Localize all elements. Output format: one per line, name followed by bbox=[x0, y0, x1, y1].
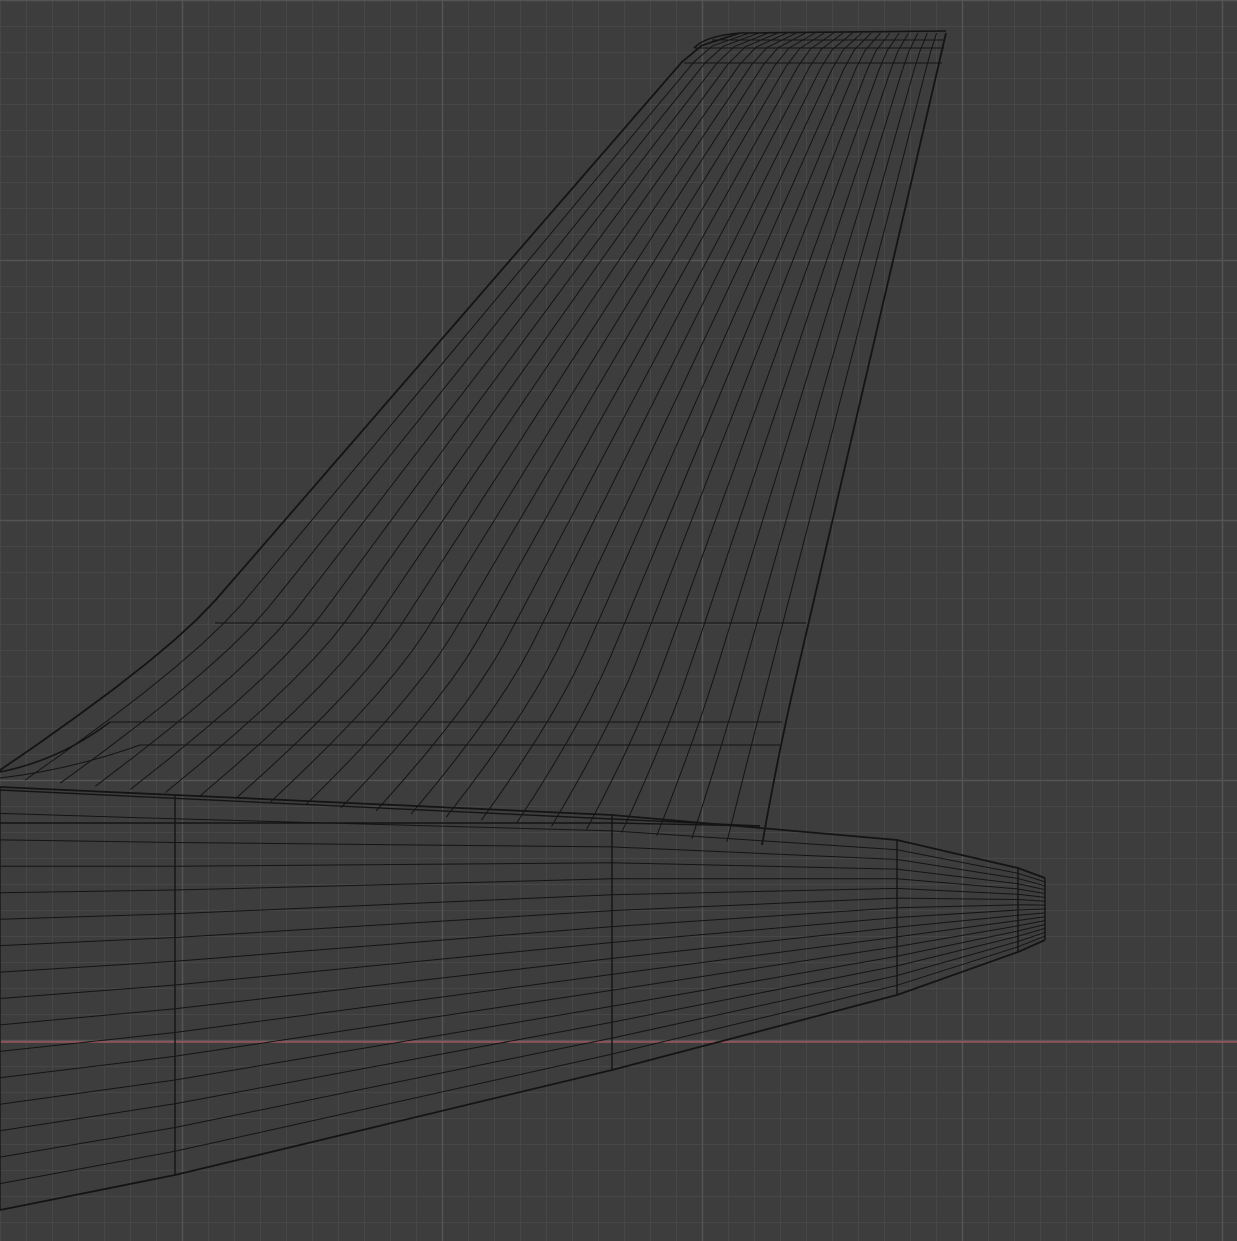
fin-span-edge bbox=[200, 32, 797, 796]
3d-viewport[interactable] bbox=[0, 0, 1237, 1241]
fin-span-edge bbox=[551, 32, 891, 827]
vertical-stabilizer-mesh[interactable] bbox=[0, 30, 947, 846]
fin-outline bbox=[761, 32, 947, 846]
fin-span-edge bbox=[340, 32, 834, 809]
fin-root-edge bbox=[0, 789, 761, 827]
fin-span-edge bbox=[165, 32, 788, 793]
fin-span-edge bbox=[621, 32, 909, 833]
fin-root-fillet-edge bbox=[0, 721, 111, 773]
viewport-canvas[interactable] bbox=[0, 0, 1237, 1241]
fin-span-edge bbox=[24, 32, 750, 781]
fin-span-edge bbox=[410, 32, 853, 815]
fin-span-edge bbox=[375, 32, 844, 812]
fin-span-edge bbox=[691, 32, 928, 839]
fin-span-edge bbox=[726, 32, 938, 843]
fin-span-edge bbox=[305, 32, 825, 806]
fin-span-edge bbox=[515, 32, 881, 824]
fin-span-edge bbox=[445, 32, 863, 818]
